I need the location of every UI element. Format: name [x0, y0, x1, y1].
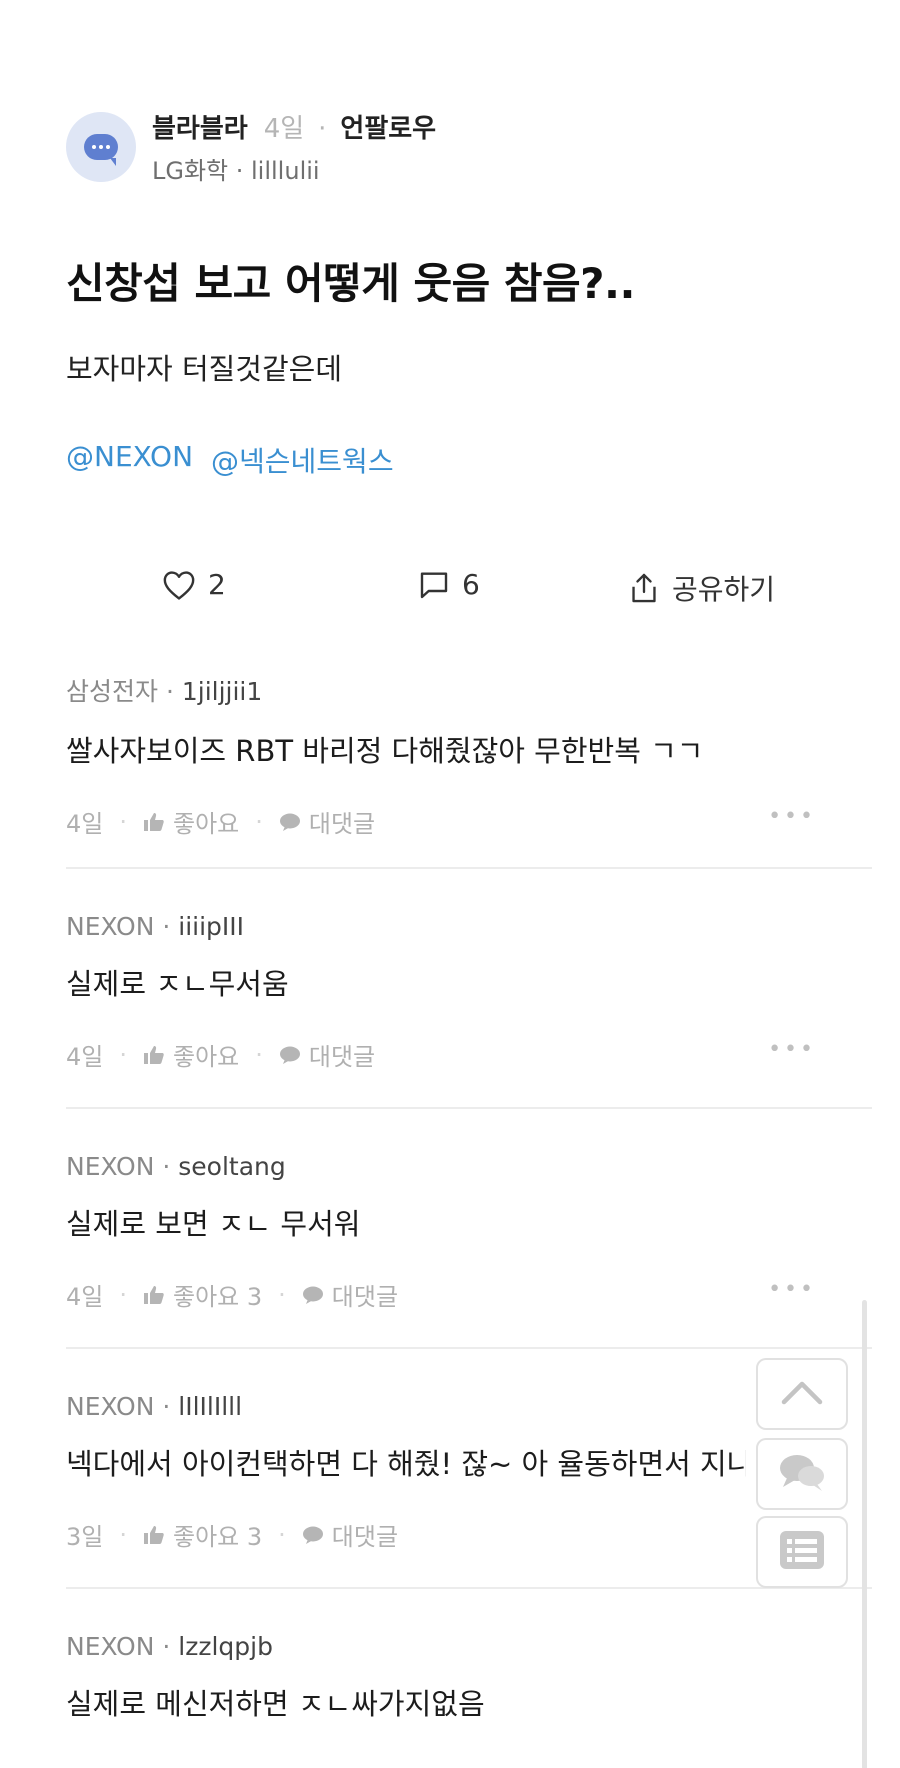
scrollbar[interactable]	[862, 1300, 867, 1768]
share-label: 공유하기	[672, 573, 776, 606]
comment-footer: 3일 · 좋아요 3 · 대댓글	[66, 1517, 872, 1552]
chevron-up-icon	[780, 1378, 824, 1410]
separator-dot: ·	[318, 114, 327, 144]
chat-bubbles-icon	[777, 1451, 827, 1497]
tag-link[interactable]: @NEXON	[66, 440, 193, 480]
unfollow-button[interactable]: 언팔로우	[340, 108, 436, 145]
comment-text: 실제로 메신저하면 ㅈㄴ싸가지없음	[66, 1687, 485, 1721]
thumbs-up-icon	[143, 1285, 165, 1305]
divider	[66, 1347, 872, 1349]
comment-footer: 4일 · 좋아요 · 대댓글 •••	[66, 804, 816, 839]
comment-age: 4일	[66, 1043, 104, 1071]
list-icon	[779, 1530, 825, 1574]
comment-item: NEXON · iiiipIII 실제로 ㅈㄴ무서움 4일 · 좋아요 · 대댓…	[66, 912, 872, 1072]
chat-bubble-icon	[302, 1285, 324, 1305]
comment-text: 쌀사자보이즈 RBT 바리정 다해줬잖아 무한반복 ㄱㄱ	[66, 734, 704, 768]
post-header: 블라블라 4일 · 언팔로우 LG화학 · lilllulii	[66, 108, 436, 186]
like-button[interactable]: 2	[162, 568, 226, 601]
comment-age: 4일	[66, 810, 104, 838]
tag-list: @NEXON @넥슨네트웍스	[66, 440, 394, 480]
chat-bubble-icon	[279, 812, 301, 832]
reply-button[interactable]: 대댓글	[302, 1517, 398, 1552]
comment-like-button[interactable]: 좋아요	[143, 804, 239, 839]
divider	[66, 1107, 872, 1109]
comment-age: 3일	[66, 1523, 104, 1551]
chat-dots-icon	[84, 134, 118, 166]
comment-item: NEXON · lIlIlIlll 넥다에서 아이컨택하면 다 해줬! 잖~ 아…	[66, 1392, 872, 1552]
comment-button[interactable]: 6	[418, 568, 480, 601]
chat-bubble-icon	[302, 1525, 324, 1545]
comment-author[interactable]: NEXON · seoltang	[66, 1152, 872, 1181]
scroll-to-top-button[interactable]	[756, 1358, 848, 1430]
divider	[66, 867, 872, 869]
comment-count: 6	[462, 568, 480, 601]
thumbs-up-icon	[143, 1045, 165, 1065]
more-options-icon[interactable]: •••	[768, 1277, 816, 1302]
comment-text: 넥다에서 아이컨택하면 다 해줬! 잖~ 아 율동하면서 지나감	[66, 1447, 746, 1481]
post-age: 4일	[263, 114, 305, 144]
speech-bubble-outline-icon	[418, 569, 450, 601]
thumbs-up-icon	[143, 1525, 165, 1545]
comment-item: 삼성전자 · 1jiljjii1 쌀사자보이즈 RBT 바리정 다해줬잖아 무한…	[66, 672, 872, 839]
avatar[interactable]	[66, 112, 136, 182]
more-options-icon[interactable]: •••	[768, 804, 816, 829]
comment-text: 실제로 보면 ㅈㄴ 무서워	[66, 1207, 361, 1241]
post-title: 신창섭 보고 어떻게 웃음 참음?..	[66, 259, 635, 308]
comment-footer: 4일 · 좋아요 3 · 대댓글 •••	[66, 1277, 816, 1312]
share-button[interactable]: 공유하기	[628, 568, 775, 608]
comments-jump-button[interactable]	[756, 1438, 848, 1510]
divider	[66, 1587, 872, 1589]
comment-author[interactable]: NEXON · lzzlqpjb	[66, 1632, 872, 1661]
like-count: 2	[208, 568, 226, 601]
list-view-button[interactable]	[756, 1516, 848, 1588]
comment-footer: 4일 · 좋아요 · 대댓글 •••	[66, 1037, 816, 1072]
post-body: 보자마자 터질것같은데	[66, 352, 343, 386]
reply-button[interactable]: 대댓글	[302, 1277, 398, 1312]
more-options-icon[interactable]: •••	[768, 1037, 816, 1062]
comment-author[interactable]: NEXON · iiiipIII	[66, 912, 872, 941]
author-name[interactable]: 블라블라	[152, 108, 248, 145]
author-block: 블라블라 4일 · 언팔로우 LG화학 · lilllulii	[152, 108, 436, 186]
reply-button[interactable]: 대댓글	[279, 1037, 375, 1072]
comment-author[interactable]: 삼성전자 · 1jiljjii1	[66, 672, 872, 708]
comment-age: 4일	[66, 1283, 104, 1311]
comment-item: NEXON · lzzlqpjb 실제로 메신저하면 ㅈㄴ싸가지없음	[66, 1632, 872, 1723]
comment-text: 실제로 ㅈㄴ무서움	[66, 967, 289, 1001]
tag-link[interactable]: @넥슨네트웍스	[211, 440, 394, 480]
comment-item: NEXON · seoltang 실제로 보면 ㅈㄴ 무서워 4일 · 좋아요 …	[66, 1152, 872, 1312]
comment-author[interactable]: NEXON · lIlIlIlll	[66, 1392, 872, 1421]
chat-bubble-icon	[279, 1045, 301, 1065]
author-meta: LG화학 · lilllulii	[152, 157, 320, 185]
share-upload-icon	[628, 571, 660, 605]
thumbs-up-icon	[143, 812, 165, 832]
heart-outline-icon	[162, 569, 196, 601]
reply-button[interactable]: 대댓글	[279, 804, 375, 839]
post-action-bar: 2 6 공유하기	[0, 568, 900, 612]
comment-like-button[interactable]: 좋아요	[143, 1037, 239, 1072]
comment-like-button[interactable]: 좋아요 3	[143, 1517, 262, 1552]
comment-like-button[interactable]: 좋아요 3	[143, 1277, 262, 1312]
